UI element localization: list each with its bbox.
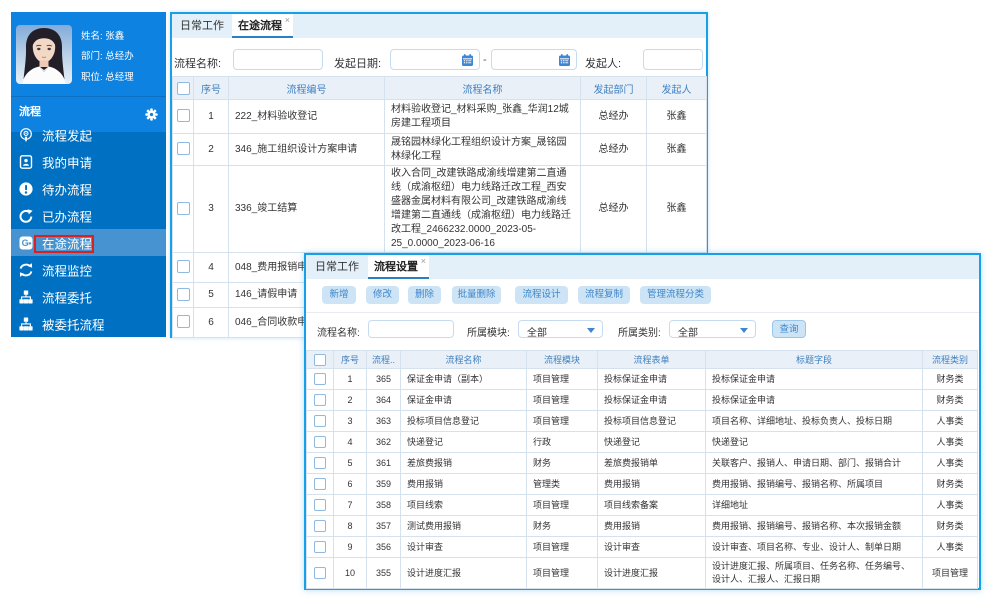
- svg-text:G: G: [22, 238, 29, 248]
